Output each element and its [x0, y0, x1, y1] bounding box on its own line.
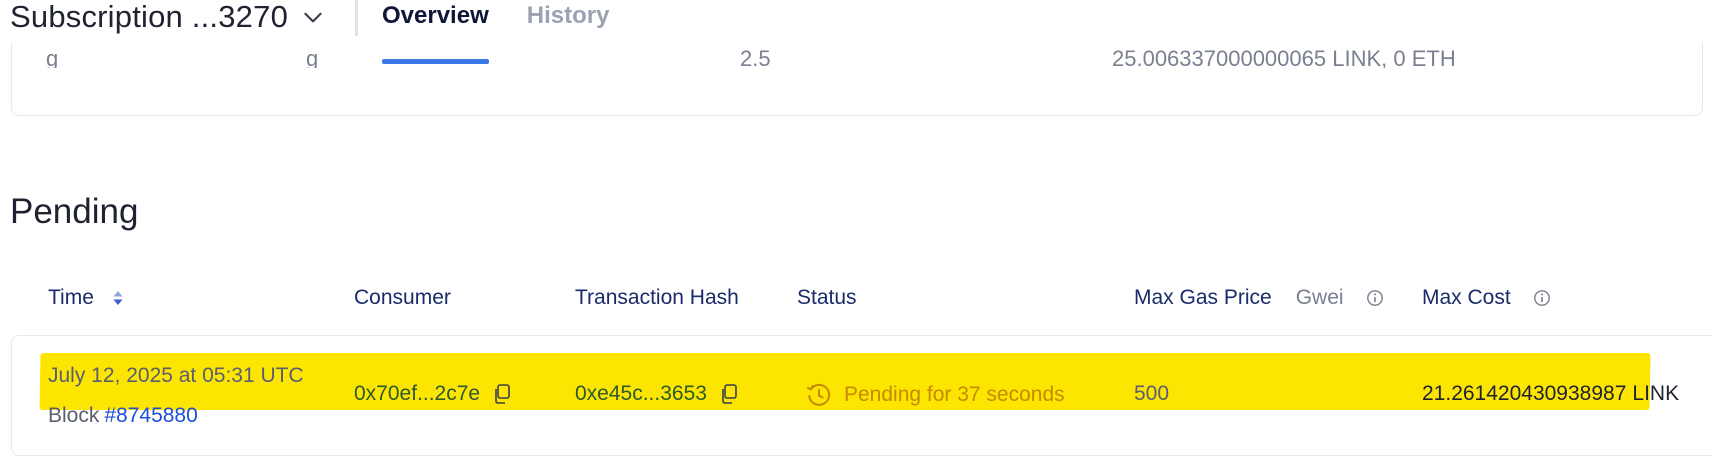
column-header-consumer: Consumer: [354, 286, 451, 310]
subscription-selector[interactable]: Subscription ...3270: [10, 0, 326, 34]
details-value-1: g: [46, 46, 59, 68]
details-value-4: 25.006337000000065 LINK, 0 ETH: [1112, 46, 1456, 68]
column-header-status-label: Status: [797, 286, 857, 309]
column-header-max-cost-label: Max Cost: [1422, 286, 1511, 309]
row-tx-hash: 0xe45c...3653: [575, 382, 739, 406]
clock-icon: [807, 383, 831, 406]
row-max-gas-price: 500: [1134, 382, 1170, 405]
column-header-max-cost: Max Cost: [1422, 286, 1551, 310]
max-cost-unit: LINK: [1632, 382, 1680, 405]
row-max-cost: 21.261420430938987 LINK: [1422, 382, 1679, 406]
column-header-time[interactable]: Time: [48, 286, 124, 310]
pending-section-title: Pending: [10, 192, 139, 231]
info-icon[interactable]: [1366, 289, 1384, 307]
row-block: Block #8745880: [48, 404, 198, 428]
max-cost-value: 21.261420430938987: [1422, 382, 1627, 405]
column-header-consumer-label: Consumer: [354, 286, 451, 309]
copy-icon[interactable]: [492, 383, 512, 405]
copy-icon[interactable]: [719, 383, 739, 405]
subscription-label[interactable]: Subscription ...3270: [10, 0, 288, 35]
block-label: Block: [48, 404, 100, 427]
column-header-time-label: Time: [48, 286, 94, 309]
column-header-max-gas-price: Max Gas Price Gwei: [1134, 286, 1384, 310]
details-value-3: 2.5: [740, 46, 771, 68]
column-header-status: Status: [797, 286, 857, 310]
tx-hash-link[interactable]: 0xe45c...3653: [575, 382, 707, 406]
status-text: Pending for 37 seconds: [844, 383, 1065, 406]
sort-icon[interactable]: [112, 290, 124, 306]
consumer-address-link[interactable]: 0x70ef...2c7e: [354, 382, 480, 406]
row-time: July 12, 2025 at 05:31 UTC: [48, 364, 304, 387]
gas-unit-label: Gwei: [1295, 286, 1344, 309]
row-consumer: 0x70ef...2c7e: [354, 382, 512, 406]
info-icon[interactable]: [1533, 289, 1551, 307]
row-status: Pending for 37 seconds: [806, 382, 1065, 408]
column-header-max-gas-price-label: Max Gas Price: [1134, 286, 1272, 309]
chevron-down-icon[interactable]: [300, 4, 326, 30]
block-number-link[interactable]: #8745880: [104, 404, 197, 428]
header-divider: [355, 0, 358, 36]
column-header-tx-hash: Transaction Hash: [575, 286, 739, 310]
details-value-2: g: [306, 46, 319, 68]
column-header-tx-hash-label: Transaction Hash: [575, 286, 739, 309]
